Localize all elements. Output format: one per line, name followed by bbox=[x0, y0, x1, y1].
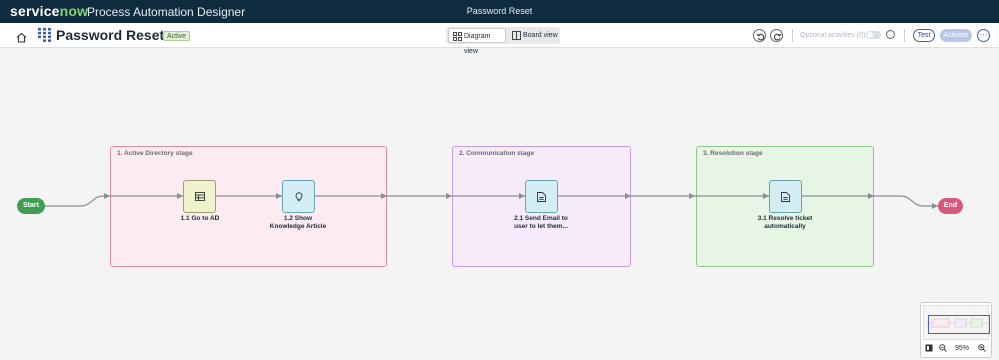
map-icon bbox=[925, 344, 933, 352]
window-title: Password Reset bbox=[466, 6, 533, 16]
board-icon bbox=[512, 31, 521, 40]
activity-label-line: 1.2 Show bbox=[283, 215, 313, 222]
activity-label: 2.1 Send Email to user to let them... bbox=[496, 215, 586, 230]
minimap-panel: 95% bbox=[920, 302, 992, 358]
activity-label: 1.2 Show Knowledge Article bbox=[253, 215, 343, 230]
minimap-viewport[interactable] bbox=[928, 315, 990, 334]
optional-activities-toggle[interactable] bbox=[866, 31, 881, 39]
activity-label-line: Knowledge Article bbox=[269, 222, 327, 230]
activity-label-line: 2.1 Send Email to bbox=[514, 215, 568, 222]
toolbar-divider bbox=[904, 29, 905, 42]
minimap-preview[interactable] bbox=[923, 305, 990, 340]
end-node[interactable]: End bbox=[938, 198, 963, 214]
activity-node-go-to-ad[interactable] bbox=[183, 180, 216, 213]
board-view-label: Board view bbox=[523, 32, 558, 39]
zoom-in-icon bbox=[978, 344, 986, 352]
diagram-view-button[interactable]: Diagram view bbox=[448, 28, 506, 55]
diagram-icon bbox=[453, 32, 462, 41]
zoom-level: 95% bbox=[955, 345, 970, 352]
activity-label-line: automatically bbox=[764, 222, 806, 230]
top-nav-bar: servicenow Process Automation Designer P… bbox=[0, 0, 999, 23]
undo-icon bbox=[756, 33, 765, 41]
test-button[interactable]: Test bbox=[913, 29, 935, 42]
redo-button[interactable] bbox=[770, 29, 783, 42]
activity-node-resolve-ticket[interactable] bbox=[769, 180, 802, 213]
document-icon bbox=[781, 192, 790, 202]
optional-activities-label: Optional activities (0) bbox=[800, 32, 866, 39]
flow-connectors bbox=[45, 193, 938, 209]
zoom-out-button[interactable] bbox=[939, 344, 947, 352]
start-node[interactable]: Start bbox=[17, 198, 45, 214]
more-options-button[interactable]: ··· bbox=[977, 29, 990, 42]
activity-node-show-knowledge-article[interactable] bbox=[282, 180, 315, 213]
redo-icon bbox=[773, 33, 782, 41]
fit-view-button[interactable] bbox=[925, 344, 933, 352]
table-icon bbox=[195, 192, 205, 201]
activate-button[interactable]: Activate bbox=[940, 29, 972, 42]
zoom-in-button[interactable] bbox=[978, 344, 986, 352]
zoom-out-icon bbox=[939, 344, 947, 352]
activity-node-send-email[interactable] bbox=[525, 180, 558, 213]
toolbar-divider bbox=[792, 29, 793, 42]
activity-label-line: user to let them... bbox=[514, 222, 568, 230]
designer-toolbar: Password Reset Active Diagram view Board… bbox=[0, 23, 999, 55]
activity-label: 3.1 Resolve ticket automatically bbox=[740, 215, 830, 230]
lightbulb-icon bbox=[295, 192, 303, 202]
info-icon[interactable] bbox=[886, 30, 895, 39]
board-view-button[interactable]: Board view bbox=[508, 28, 558, 43]
document-icon bbox=[537, 192, 546, 202]
undo-button[interactable] bbox=[753, 29, 766, 42]
activity-label-line: 3.1 Resolve ticket bbox=[757, 215, 813, 222]
view-toggle: Diagram view Board view bbox=[446, 27, 560, 55]
diagram-canvas[interactable]: 1. Active Directory stage 2. Communicati… bbox=[0, 49, 999, 360]
home-icon[interactable] bbox=[16, 30, 27, 43]
flow-grid-icon bbox=[38, 28, 51, 42]
activity-label: 1.1 Go to AD bbox=[180, 215, 220, 222]
flow-title: Password Reset bbox=[56, 27, 165, 43]
status-badge: Active bbox=[163, 31, 191, 41]
